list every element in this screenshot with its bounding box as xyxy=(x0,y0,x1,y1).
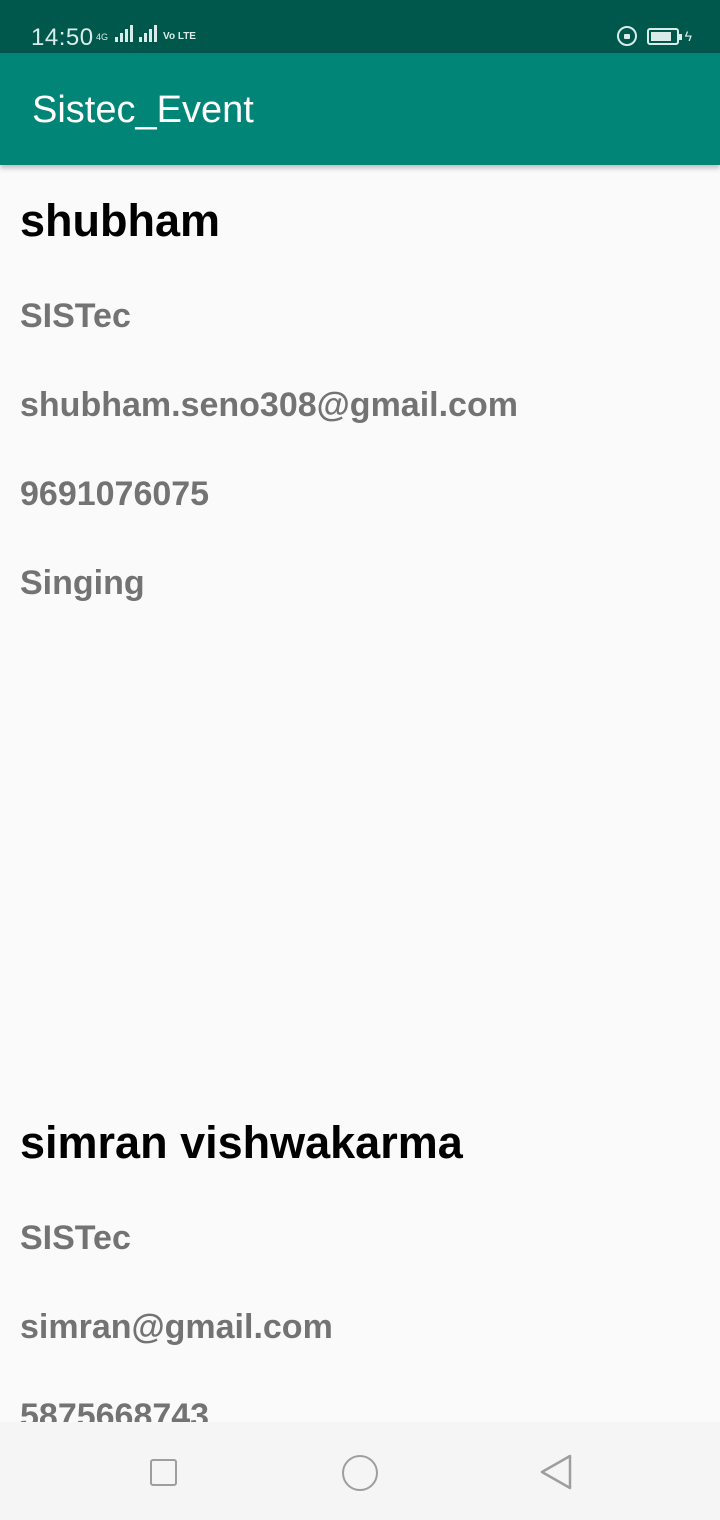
network-status: 4G Vo LTE xyxy=(96,24,196,42)
participant-email: shubham.seno308@gmail.com xyxy=(20,386,518,424)
rotation-lock-icon xyxy=(616,26,637,46)
signal-icon xyxy=(115,24,134,42)
participant-name: simran vishwakarma xyxy=(20,1117,463,1168)
participant-card[interactable]: shubham SISTec shubham.seno308@gmail.com… xyxy=(20,192,700,603)
participant-card[interactable]: simran vishwakarma SISTec simran@gmail.c… xyxy=(20,1114,700,1436)
participant-college: SISTec xyxy=(20,1219,131,1257)
signal-icon-2 xyxy=(139,24,158,42)
battery-icon xyxy=(646,27,682,45)
home-icon[interactable] xyxy=(342,1455,378,1491)
participant-event: Singing xyxy=(20,564,145,602)
status-bar: 14:50 4G Vo LTE ϟ xyxy=(0,0,720,53)
navigation-bar xyxy=(0,1422,720,1520)
participant-email: simran@gmail.com xyxy=(20,1308,333,1346)
participant-college: SISTec xyxy=(20,297,131,335)
app-title: Sistec_Event xyxy=(32,89,254,131)
volte-label: Vo LTE xyxy=(163,31,196,42)
recent-apps-icon[interactable] xyxy=(150,1459,177,1486)
status-right-icons: ϟ xyxy=(616,26,692,46)
app-bar: Sistec_Event xyxy=(0,53,720,165)
participant-name: shubham xyxy=(20,195,221,246)
back-icon[interactable] xyxy=(538,1453,574,1491)
status-time: 14:50 xyxy=(31,24,94,51)
network-type-label: 4G xyxy=(96,32,109,42)
participant-phone: 9691076075 xyxy=(20,475,210,513)
charging-icon: ϟ xyxy=(684,28,692,44)
